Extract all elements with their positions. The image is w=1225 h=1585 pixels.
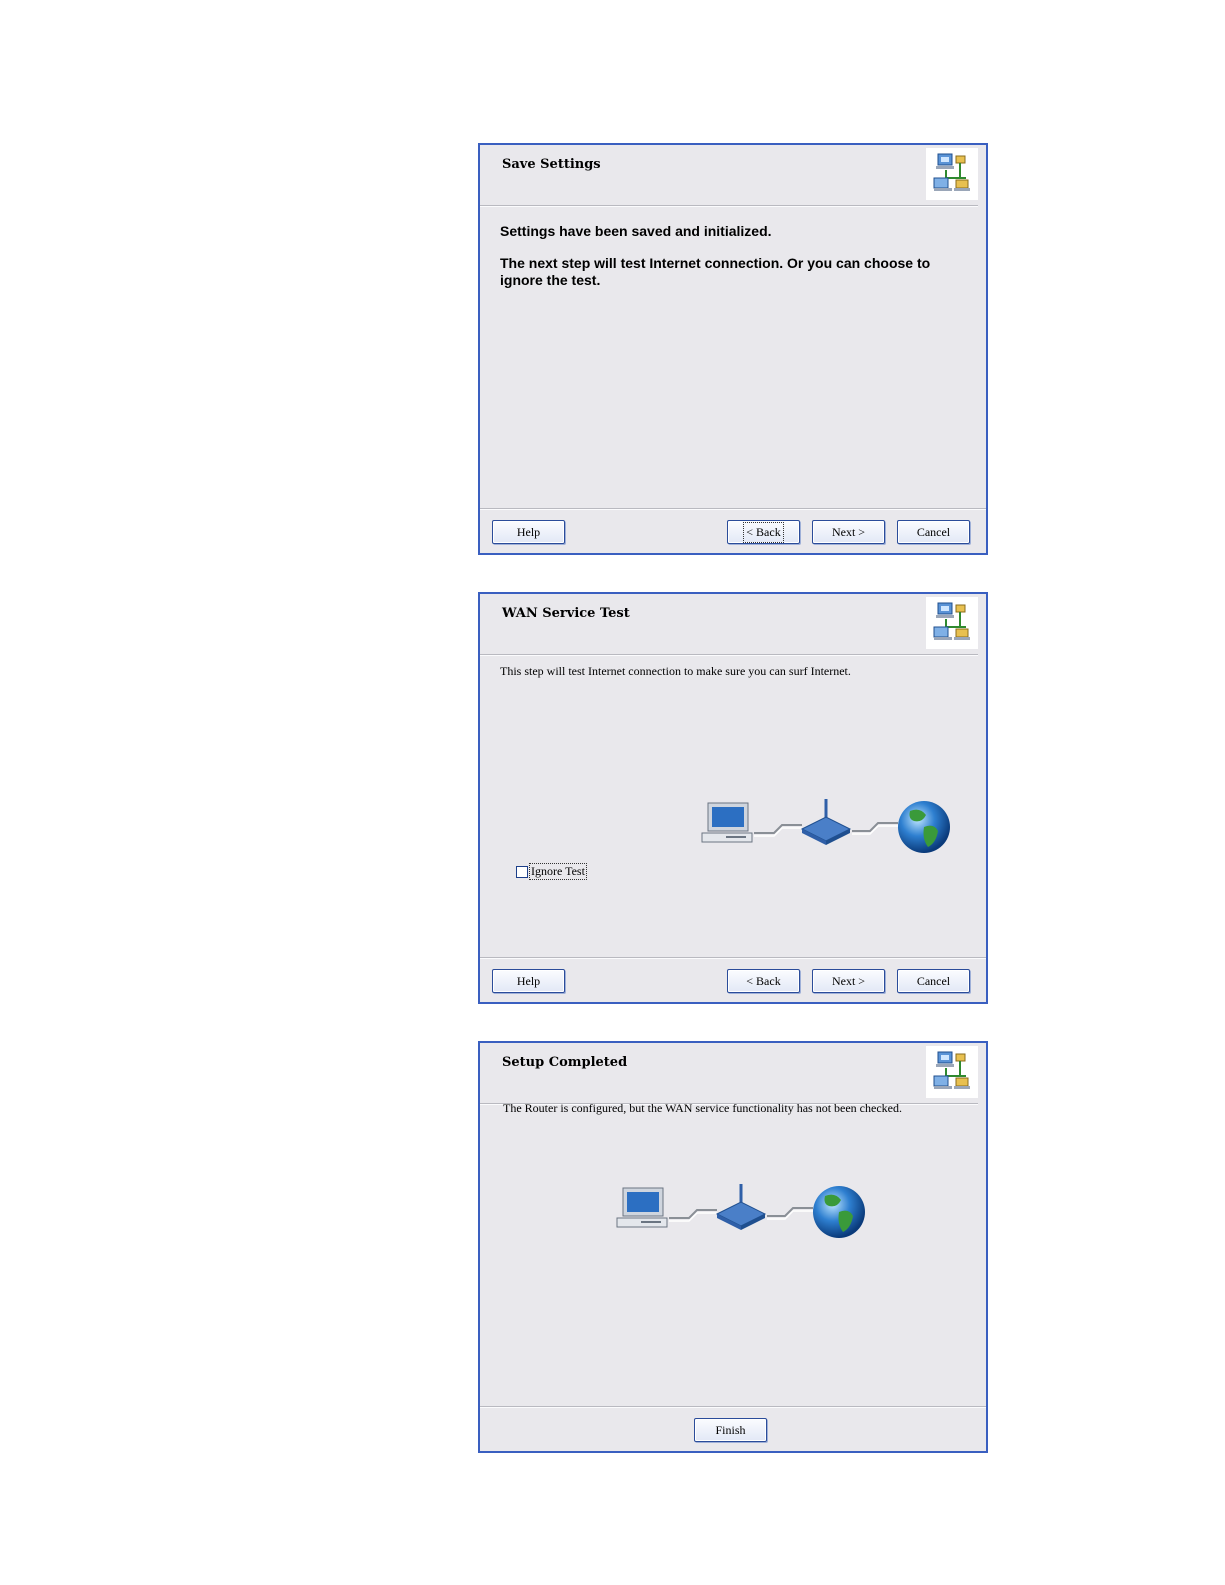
- globe-icon: [898, 801, 950, 853]
- ignore-test-checkbox[interactable]: [516, 865, 528, 878]
- network-diagram: [698, 797, 958, 861]
- help-button-label: Help: [516, 973, 541, 988]
- network-wizard-icon: [926, 597, 978, 649]
- footer-divider: [480, 1406, 986, 1408]
- status-message: Settings have been saved and initialized…: [500, 223, 772, 239]
- help-button[interactable]: Help: [492, 969, 565, 993]
- header-divider: [480, 654, 978, 656]
- help-button-label: Help: [516, 524, 541, 539]
- test-description: This step will test Internet connection …: [500, 664, 851, 678]
- dialog-title: WAN Service Test: [502, 606, 630, 621]
- ignore-test-row[interactable]: Ignore Test: [516, 863, 587, 880]
- cancel-button-label: Cancel: [916, 524, 951, 539]
- help-button[interactable]: Help: [492, 520, 565, 544]
- finish-button[interactable]: Finish: [694, 1418, 767, 1442]
- network-wizard-icon: [926, 1046, 978, 1098]
- back-button-label: < Back: [743, 521, 784, 543]
- wan-service-test-dialog: WAN Service Test This step will test Int…: [478, 592, 988, 1004]
- router-icon: [800, 799, 852, 845]
- next-button-label: Next >: [831, 973, 866, 988]
- back-button[interactable]: < Back: [727, 520, 800, 544]
- setup-completed-dialog: Setup Completed The Router is configured…: [478, 1041, 988, 1453]
- next-button[interactable]: Next >: [812, 520, 885, 544]
- back-button[interactable]: < Back: [727, 969, 800, 993]
- network-diagram: [613, 1182, 873, 1246]
- back-button-label: < Back: [746, 973, 781, 988]
- cancel-button[interactable]: Cancel: [897, 969, 970, 993]
- dialog-title: Save Settings: [502, 157, 601, 172]
- finish-button-label: Finish: [715, 1422, 746, 1437]
- info-message: The next step will test Internet connect…: [500, 255, 931, 288]
- cancel-button[interactable]: Cancel: [897, 520, 970, 544]
- footer-divider: [480, 508, 986, 510]
- save-settings-dialog: Save Settings Settings have been saved a…: [478, 143, 988, 555]
- header-divider: [480, 205, 978, 207]
- completion-description: The Router is configured, but the WAN se…: [503, 1101, 902, 1115]
- next-button[interactable]: Next >: [812, 969, 885, 993]
- globe-icon: [813, 1186, 865, 1238]
- computer-icon: [701, 802, 753, 843]
- network-wizard-icon: [926, 148, 978, 200]
- router-icon: [715, 1184, 767, 1230]
- next-button-label: Next >: [831, 524, 866, 539]
- ignore-test-label[interactable]: Ignore Test: [529, 863, 587, 880]
- cancel-button-label: Cancel: [916, 973, 951, 988]
- dialog-title: Setup Completed: [502, 1055, 628, 1070]
- computer-icon: [616, 1187, 668, 1228]
- footer-divider: [480, 957, 986, 959]
